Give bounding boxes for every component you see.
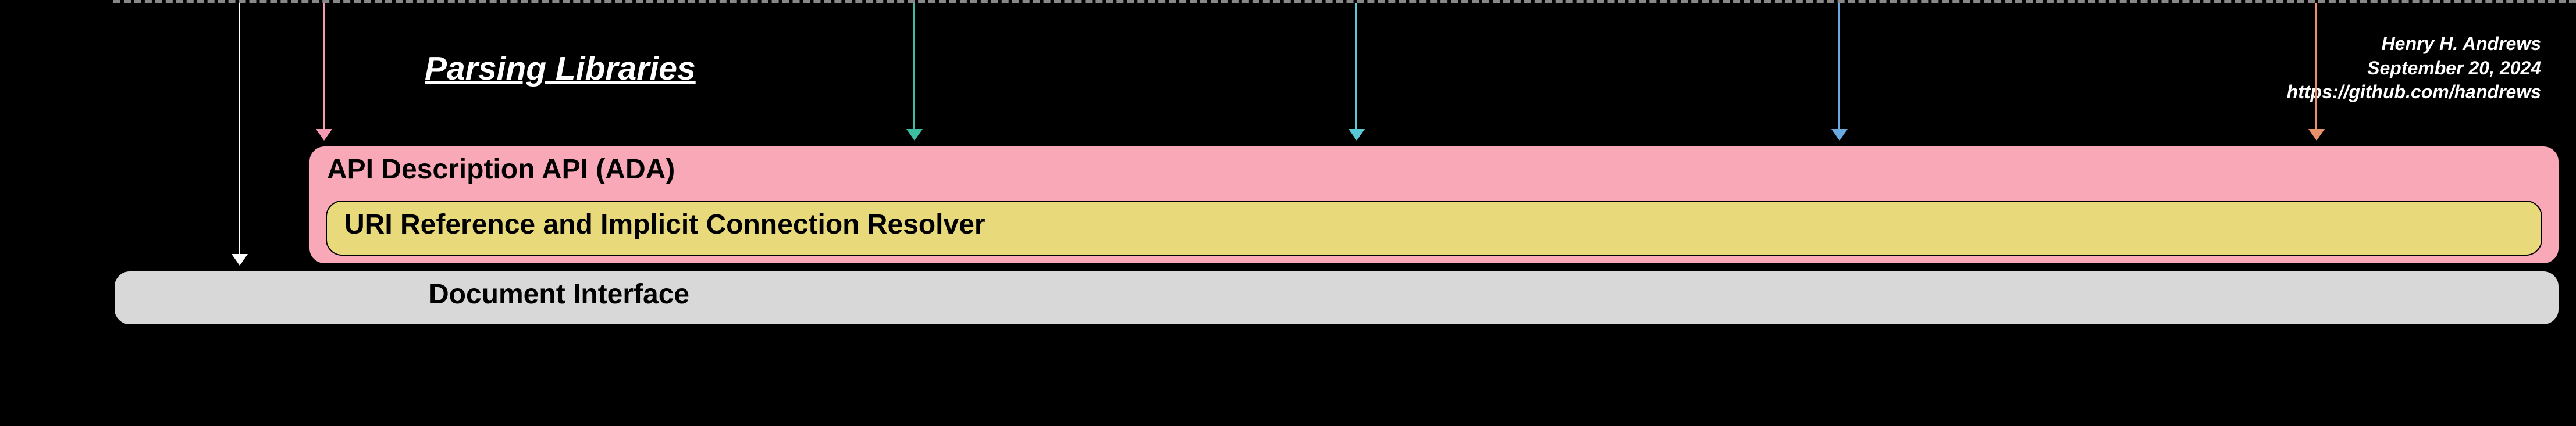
attribution-date: September 20, 2024 [2287,56,2541,81]
layer-document-interface-label: Document Interface [115,271,2559,310]
attribution-block: Henry H. Andrews September 20, 2024 http… [2287,32,2541,105]
layer-uri-resolver: URI Reference and Implicit Connection Re… [326,201,2542,256]
top-dashed-divider [113,0,2576,3]
arrow-pink [323,3,325,139]
attribution-author: Henry H. Andrews [2287,32,2541,56]
layer-uri-resolver-label: URI Reference and Implicit Connection Re… [327,202,2541,241]
arrow-cyan [1355,3,1357,139]
arrow-orange [2315,3,2317,139]
section-title: Parsing Libraries [425,49,696,88]
arrow-white [239,3,240,264]
arrow-green [913,3,915,139]
attribution-url: https://github.com/handrews [2287,80,2541,105]
layer-document-interface: Document Interface [113,270,2560,325]
arrow-blue [1838,3,1840,139]
layer-ada-label: API Description API (ADA) [309,146,2559,185]
